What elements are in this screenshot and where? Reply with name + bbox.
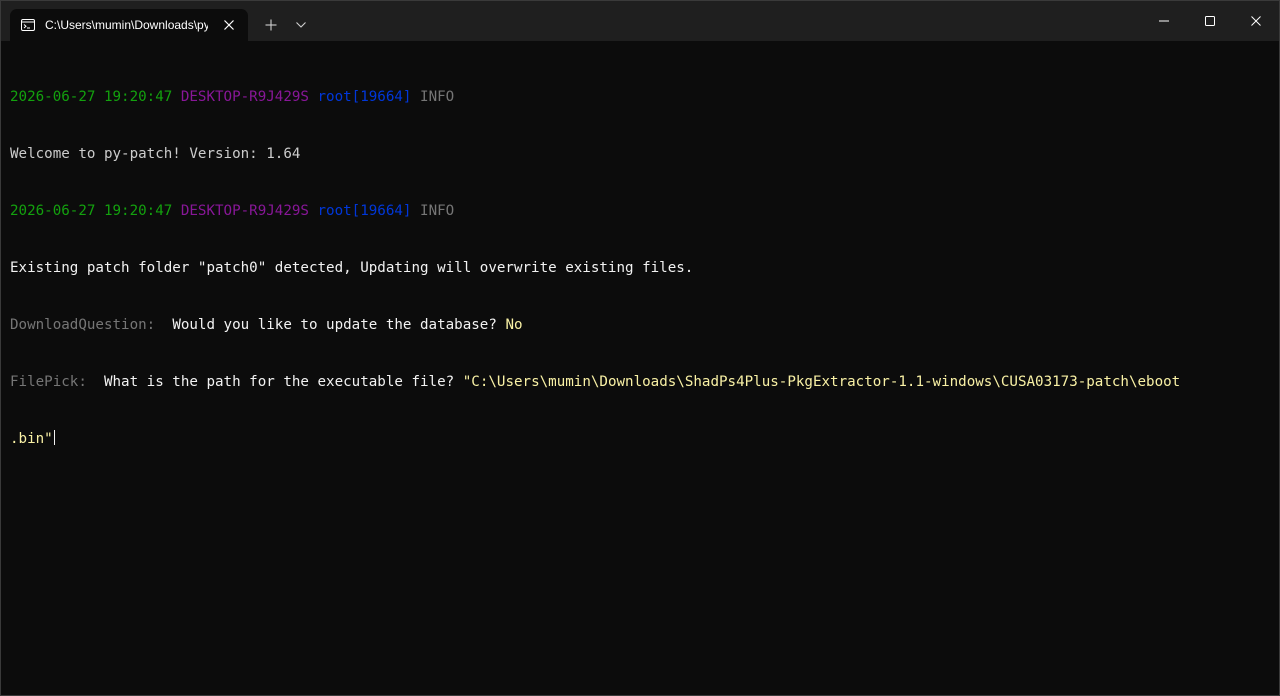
text-cursor bbox=[53, 430, 55, 445]
prompt-answer: "C:\Users\mumin\Downloads\ShadPs4Plus-Pk… bbox=[462, 374, 1181, 390]
log-level: INFO bbox=[420, 203, 455, 219]
prompt-line: DownloadQuestion: Would you like to upda… bbox=[10, 316, 1272, 335]
tab-close-icon[interactable] bbox=[222, 18, 236, 32]
chevron-down-icon bbox=[296, 22, 306, 28]
minimize-icon bbox=[1159, 20, 1169, 22]
maximize-button[interactable] bbox=[1187, 1, 1233, 41]
log-user: root[19664] bbox=[317, 89, 412, 105]
title-bar: C:\Users\mumin\Downloads\py bbox=[1, 1, 1279, 41]
plus-icon bbox=[265, 19, 277, 31]
log-header-line: 2026-06-27 19:20:47 DESKTOP-R9J429S root… bbox=[10, 88, 1272, 107]
log-message: Welcome to py-patch! Version: 1.64 bbox=[10, 146, 301, 162]
prompt-answer-continued: .bin" bbox=[10, 431, 53, 447]
prompt-input-line[interactable]: .bin" bbox=[10, 430, 1272, 449]
terminal-icon bbox=[20, 18, 36, 32]
new-tab-button[interactable] bbox=[259, 13, 283, 37]
log-user: root[19664] bbox=[317, 203, 412, 219]
log-timestamp: 2026-06-27 19:20:47 bbox=[10, 203, 173, 219]
close-window-button[interactable] bbox=[1233, 1, 1279, 41]
terminal-tab[interactable]: C:\Users\mumin\Downloads\py bbox=[10, 9, 248, 41]
prompt-label: DownloadQuestion: bbox=[10, 317, 156, 333]
log-header-line: 2026-06-27 19:20:47 DESKTOP-R9J429S root… bbox=[10, 202, 1272, 221]
prompt-question: What is the path for the executable file… bbox=[103, 374, 455, 390]
prompt-answer: No bbox=[505, 317, 523, 333]
close-icon bbox=[1251, 16, 1261, 26]
prompt-label: FilePick: bbox=[10, 374, 87, 390]
maximize-icon bbox=[1205, 16, 1215, 26]
tab-dropdown-button[interactable] bbox=[289, 13, 313, 37]
tab-title: C:\Users\mumin\Downloads\py bbox=[45, 18, 208, 32]
log-message: Existing patch folder "patch0" detected,… bbox=[10, 260, 694, 276]
log-timestamp: 2026-06-27 19:20:47 bbox=[10, 89, 173, 105]
log-host: DESKTOP-R9J429S bbox=[180, 89, 309, 105]
log-level: INFO bbox=[420, 89, 455, 105]
prompt-line: FilePick: What is the path for the execu… bbox=[10, 373, 1272, 392]
minimize-button[interactable] bbox=[1141, 1, 1187, 41]
prompt-question: Would you like to update the database? bbox=[172, 317, 497, 333]
terminal-output[interactable]: 2026-06-27 19:20:47 DESKTOP-R9J429S root… bbox=[10, 50, 1272, 487]
log-host: DESKTOP-R9J429S bbox=[180, 203, 309, 219]
terminal-window: C:\Users\mumin\Downloads\py 2026-06-27 1… bbox=[0, 0, 1280, 696]
